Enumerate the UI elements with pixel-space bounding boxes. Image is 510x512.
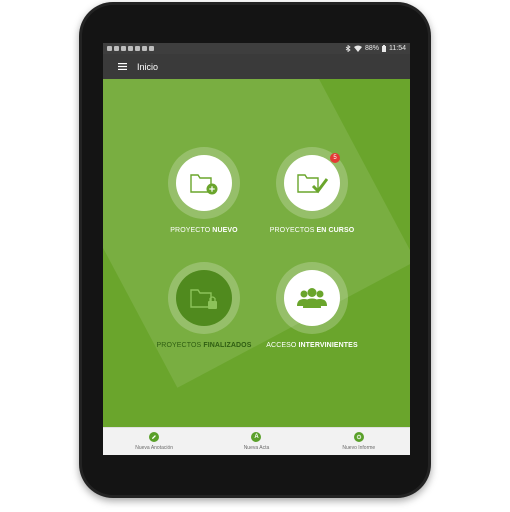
status-bar: 88% 11:54 (103, 43, 410, 54)
tile-label: PROYECTOS FINALIZADOS (156, 342, 252, 349)
tile-ring (168, 147, 240, 219)
tile-label: PROYECTOS EN CURSO (269, 227, 355, 234)
tile-ring (276, 262, 348, 334)
notification-icons (107, 46, 154, 51)
folder-lock-icon (190, 289, 217, 309)
wifi-icon (353, 45, 362, 52)
battery-icon (382, 45, 386, 52)
notification-icon (107, 46, 112, 51)
home-content: PROYECTO NUEVO 5 PROYECTOS EN CURSO PROY… (103, 79, 410, 427)
hamburger-menu-icon[interactable] (113, 58, 131, 76)
bottom-nav-nueva-anotacion[interactable]: Nueva Anotación (109, 432, 199, 451)
folder-add-icon (190, 174, 218, 195)
tile-ring: 5 (276, 147, 348, 219)
bottom-nav-nueva-acta[interactable]: A Nueva Acta (211, 432, 301, 451)
report-icon (353, 432, 364, 442)
bottom-nav-label: Nuevo Informe (342, 445, 376, 451)
notification-icon (142, 46, 147, 51)
tile-disc (284, 155, 340, 211)
tile-acceso-intervinientes[interactable]: ACCESO INTERVINIENTES (257, 262, 367, 349)
notification-icon (128, 46, 133, 51)
tile-disc (176, 270, 232, 326)
bottom-nav-label: Nueva Anotación (135, 445, 174, 451)
clock-text: 11:54 (389, 45, 406, 52)
notification-icon (149, 46, 154, 51)
notification-icon (121, 46, 126, 51)
group-icon (297, 288, 327, 308)
tile-proyectos-en-curso[interactable]: 5 PROYECTOS EN CURSO (257, 147, 367, 234)
status-badge: 5 (330, 153, 340, 163)
tile-disc (284, 270, 340, 326)
page-title: Inicio (137, 61, 159, 72)
notification-icon (135, 46, 140, 51)
battery-text: 88% (364, 45, 379, 52)
bottom-navigation: Nueva Anotación A Nueva Acta Nuevo Infor… (103, 427, 410, 455)
tile-disc (176, 155, 232, 211)
bottom-nav-nuevo-informe[interactable]: Nuevo Informe (314, 432, 404, 451)
tile-label: ACCESO INTERVINIENTES (266, 342, 358, 349)
app-screen: 88% 11:54 Inicio PROYECTO NUEVO 5 PROYEC… (103, 43, 410, 455)
tile-proyectos-finalizados[interactable]: PROYECTOS FINALIZADOS (149, 262, 259, 349)
tile-proyecto-nuevo[interactable]: PROYECTO NUEVO (149, 147, 259, 234)
pencil-icon (149, 432, 160, 442)
app-bar: Inicio (103, 54, 410, 79)
bottom-nav-label: Nueva Acta (243, 445, 270, 451)
tile-label: PROYECTO NUEVO (170, 227, 238, 234)
folder-check-icon (297, 174, 328, 194)
bluetooth-icon (345, 45, 351, 52)
status-right: 88% 11:54 (345, 45, 406, 52)
tile-ring (168, 262, 240, 334)
notification-icon (114, 46, 119, 51)
a-icon: A (251, 432, 262, 442)
